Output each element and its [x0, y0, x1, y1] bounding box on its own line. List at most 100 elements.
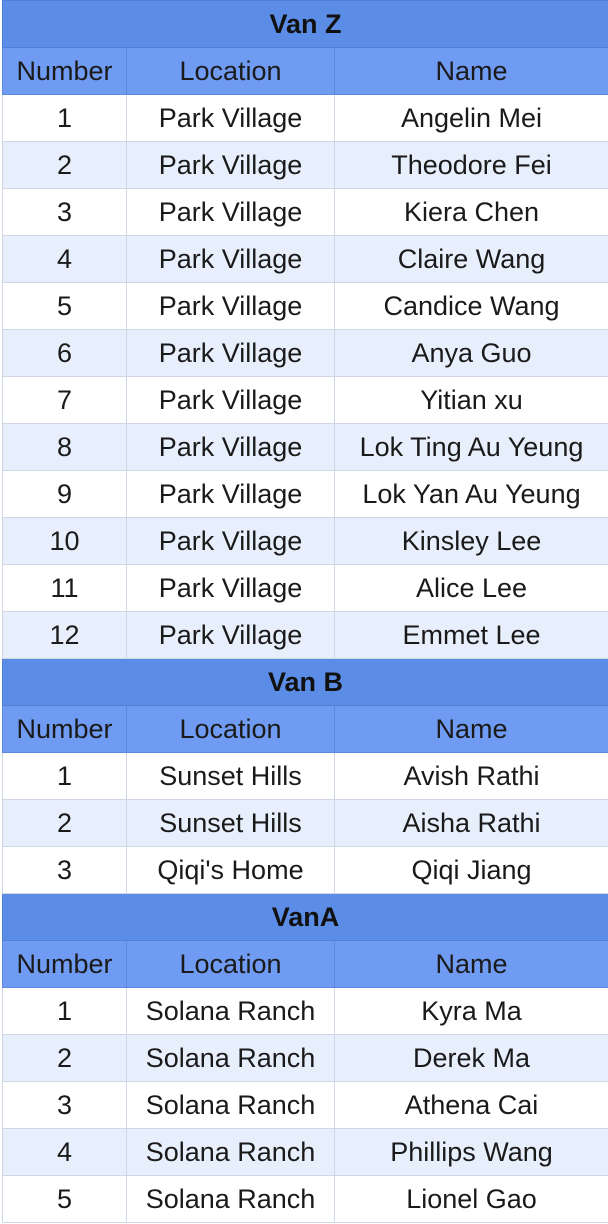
number-cell[interactable]: 12 [2, 611, 127, 659]
number-cell[interactable]: 1 [2, 752, 127, 800]
table-row: 8 Park Village Lok Ting Au Yeung [2, 423, 608, 471]
table-row: 2 Park Village Theodore Fei [2, 141, 608, 189]
name-cell[interactable]: Qiqi Jiang [334, 846, 608, 894]
table-row: 7 Park Village Yitian xu [2, 376, 608, 424]
table-row: 4 Park Village Claire Wang [2, 235, 608, 283]
table-row: 6 Park Village Anya Guo [2, 329, 608, 377]
name-cell[interactable]: Avish Rathi [334, 752, 608, 800]
location-cell[interactable]: Park Village [126, 423, 335, 471]
table-row: 2 Sunset Hills Aisha Rathi [2, 799, 608, 847]
header-number[interactable]: Number [2, 705, 127, 753]
number-cell[interactable]: 9 [2, 470, 127, 518]
number-cell[interactable]: 4 [2, 1128, 127, 1176]
location-cell[interactable]: Park Village [126, 329, 335, 377]
table-row: 1 Solana Ranch Kyra Ma [2, 987, 608, 1035]
number-cell[interactable]: 1 [2, 987, 127, 1035]
van-section-title-row: Van B [2, 658, 608, 706]
number-cell[interactable]: 11 [2, 564, 127, 612]
table-row: 10 Park Village Kinsley Lee [2, 517, 608, 565]
van-section-title-row: VanA [2, 893, 608, 941]
name-cell[interactable]: Kyra Ma [334, 987, 608, 1035]
name-cell[interactable]: Claire Wang [334, 235, 608, 283]
location-cell[interactable]: Park Village [126, 94, 335, 142]
table-row: 11 Park Village Alice Lee [2, 564, 608, 612]
location-cell[interactable]: Park Village [126, 517, 335, 565]
location-cell[interactable]: Park Village [126, 564, 335, 612]
table-row: 9 Park Village Lok Yan Au Yeung [2, 470, 608, 518]
location-cell[interactable]: Solana Ranch [126, 987, 335, 1035]
name-cell[interactable]: Kiera Chen [334, 188, 608, 236]
table-row: 3 Park Village Kiera Chen [2, 188, 608, 236]
location-cell[interactable]: Park Village [126, 141, 335, 189]
column-header-row: Number Location Name [2, 940, 608, 988]
name-cell[interactable]: Lok Ting Au Yeung [334, 423, 608, 471]
number-cell[interactable]: 4 [2, 235, 127, 283]
table-row: 3 Qiqi's Home Qiqi Jiang [2, 846, 608, 894]
van-title[interactable]: Van Z [2, 0, 608, 48]
name-cell[interactable]: Angelin Mei [334, 94, 608, 142]
location-cell[interactable]: Sunset Hills [126, 799, 335, 847]
number-cell[interactable]: 7 [2, 376, 127, 424]
van-roster-sheet: Van Z Number Location Name 1 Park Village Ange… [2, 0, 608, 1223]
name-cell[interactable]: Aisha Rathi [334, 799, 608, 847]
name-cell[interactable]: Lionel Gao [334, 1175, 608, 1223]
number-cell[interactable]: 2 [2, 799, 127, 847]
name-cell[interactable]: Lok Yan Au Yeung [334, 470, 608, 518]
header-name[interactable]: Name [334, 705, 608, 753]
number-cell[interactable]: 2 [2, 1034, 127, 1082]
header-location[interactable]: Location [126, 705, 335, 753]
number-cell[interactable]: 5 [2, 1175, 127, 1223]
table-row: 1 Sunset Hills Avish Rathi [2, 752, 608, 800]
name-cell[interactable]: Yitian xu [334, 376, 608, 424]
header-number[interactable]: Number [2, 47, 127, 95]
number-cell[interactable]: 8 [2, 423, 127, 471]
name-cell[interactable]: Phillips Wang [334, 1128, 608, 1176]
sheet-body: Van Z Number Location Name 1 Park Village Ange… [2, 0, 608, 1223]
column-header-row: Number Location Name [2, 47, 608, 95]
table-row: 5 Solana Ranch Lionel Gao [2, 1175, 608, 1223]
table-row: 3 Solana Ranch Athena Cai [2, 1081, 608, 1129]
number-cell[interactable]: 3 [2, 188, 127, 236]
header-name[interactable]: Name [334, 47, 608, 95]
table-row: 4 Solana Ranch Phillips Wang [2, 1128, 608, 1176]
location-cell[interactable]: Solana Ranch [126, 1175, 335, 1223]
name-cell[interactable]: Alice Lee [334, 564, 608, 612]
location-cell[interactable]: Qiqi's Home [126, 846, 335, 894]
location-cell[interactable]: Park Village [126, 282, 335, 330]
van-title[interactable]: Van B [2, 658, 608, 706]
name-cell[interactable]: Emmet Lee [334, 611, 608, 659]
location-cell[interactable]: Park Village [126, 235, 335, 283]
location-cell[interactable]: Sunset Hills [126, 752, 335, 800]
location-cell[interactable]: Solana Ranch [126, 1128, 335, 1176]
name-cell[interactable]: Athena Cai [334, 1081, 608, 1129]
van-title[interactable]: VanA [2, 893, 608, 941]
number-cell[interactable]: 6 [2, 329, 127, 377]
number-cell[interactable]: 2 [2, 141, 127, 189]
header-number[interactable]: Number [2, 940, 127, 988]
header-name[interactable]: Name [334, 940, 608, 988]
table-row: 12 Park Village Emmet Lee [2, 611, 608, 659]
column-header-row: Number Location Name [2, 705, 608, 753]
location-cell[interactable]: Solana Ranch [126, 1034, 335, 1082]
location-cell[interactable]: Park Village [126, 376, 335, 424]
number-cell[interactable]: 5 [2, 282, 127, 330]
name-cell[interactable]: Theodore Fei [334, 141, 608, 189]
table-row: 5 Park Village Candice Wang [2, 282, 608, 330]
number-cell[interactable]: 3 [2, 846, 127, 894]
location-cell[interactable]: Park Village [126, 611, 335, 659]
van-section-title-row: Van Z [2, 0, 608, 48]
number-cell[interactable]: 10 [2, 517, 127, 565]
number-cell[interactable]: 3 [2, 1081, 127, 1129]
name-cell[interactable]: Candice Wang [334, 282, 608, 330]
number-cell[interactable]: 1 [2, 94, 127, 142]
header-location[interactable]: Location [126, 940, 335, 988]
table-row: 2 Solana Ranch Derek Ma [2, 1034, 608, 1082]
name-cell[interactable]: Derek Ma [334, 1034, 608, 1082]
location-cell[interactable]: Park Village [126, 470, 335, 518]
name-cell[interactable]: Kinsley Lee [334, 517, 608, 565]
location-cell[interactable]: Solana Ranch [126, 1081, 335, 1129]
location-cell[interactable]: Park Village [126, 188, 335, 236]
name-cell[interactable]: Anya Guo [334, 329, 608, 377]
header-location[interactable]: Location [126, 47, 335, 95]
table-row: 1 Park Village Angelin Mei [2, 94, 608, 142]
